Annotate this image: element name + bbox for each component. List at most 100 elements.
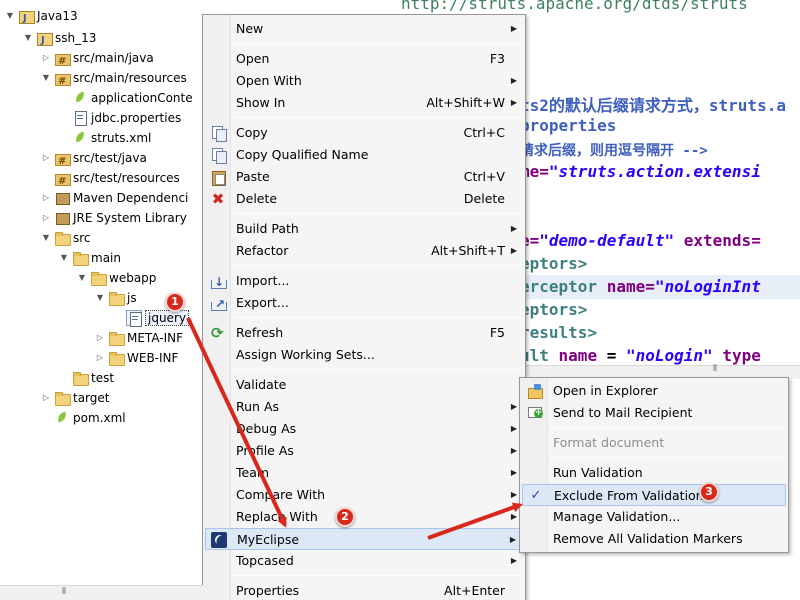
menu-item-profile-as[interactable]: Profile As ▶ (205, 440, 523, 462)
collapsed-arrow-icon[interactable]: ▷ (94, 328, 106, 348)
menu-item-label: Exclude From Validation (554, 488, 704, 503)
collapsed-arrow-icon[interactable]: ▷ (40, 148, 52, 168)
menu-item-assign-working-sets[interactable]: Assign Working Sets... (205, 344, 523, 366)
menu-item-label: Assign Working Sets... (236, 347, 375, 362)
menu-separator (551, 457, 784, 458)
submenu-item-send-to-mail-recipient[interactable]: Send to Mail Recipient (522, 402, 786, 424)
expanded-arrow-icon[interactable]: ▼ (4, 6, 16, 26)
code-line: properties (520, 116, 616, 135)
copy-icon (210, 125, 227, 142)
menu-item-label: Paste (236, 169, 270, 184)
menu-item-label: Copy (236, 125, 268, 140)
menu-item-new[interactable]: New ▶ (205, 18, 523, 40)
expanded-arrow-icon[interactable]: ▼ (40, 228, 52, 248)
menu-item-label: Show In (236, 95, 286, 110)
menu-item-refresh[interactable]: Refresh F5 (205, 322, 523, 344)
menu-separator (234, 369, 521, 370)
tree-item[interactable]: applicationConte (58, 88, 193, 108)
menu-item-label: Refactor (236, 243, 289, 258)
expanded-arrow-icon[interactable]: ▼ (40, 68, 52, 88)
menu-item-paste[interactable]: Paste Ctrl+V (205, 166, 523, 188)
tree-horizontal-scrollbar[interactable]: ⦀ (0, 585, 203, 600)
tree-item[interactable]: test (58, 368, 114, 388)
tree-item[interactable]: ▷ Maven Dependenci (40, 188, 188, 208)
menu-item-replace-with[interactable]: Replace With ▶ (205, 506, 523, 528)
tree-item-label: jdbc.properties (91, 111, 182, 125)
menu-item-copy-qualified-name[interactable]: Copy Qualified Name (205, 144, 523, 166)
collapsed-arrow-icon[interactable]: ▷ (40, 48, 52, 68)
menu-item-myeclipse[interactable]: MyEclipse ▶ (205, 528, 523, 550)
menu-item-validate[interactable]: Validate (205, 374, 523, 396)
submenu-arrow-icon: ▶ (510, 98, 517, 107)
menu-item-properties[interactable]: Properties Alt+Enter (205, 580, 523, 600)
spring-leaf-icon (72, 130, 88, 146)
menu-item-open[interactable]: Open F3 (205, 48, 523, 70)
collapsed-arrow-icon[interactable]: ▷ (40, 188, 52, 208)
menu-item-run-as[interactable]: Run As ▶ (205, 396, 523, 418)
menu-item-shortcut: Alt+Enter (444, 583, 505, 598)
folder-icon (72, 370, 89, 386)
submenu-item-exclude-from-validation[interactable]: ✓ Exclude From Validation (522, 484, 786, 506)
tree-item[interactable]: ▷ src/main/java (40, 48, 154, 72)
tree-item[interactable]: struts.xml (58, 128, 151, 148)
submenu-item-manage-validation[interactable]: Manage Validation... (522, 506, 786, 528)
menu-item-label: Open (236, 51, 270, 66)
paste-icon (210, 169, 226, 186)
tree-item[interactable]: ▼ webapp (76, 268, 156, 288)
submenu-arrow-icon: ▶ (509, 535, 516, 544)
menu-item-show-in[interactable]: Show In Alt+Shift+W ▶ (205, 92, 523, 114)
tree-item-label: applicationConte (91, 91, 193, 105)
context-menu[interactable]: New ▶ Open F3 Open With ▶ Show In Alt+Shift+W ▶ C… (202, 14, 526, 600)
menu-item-open-with[interactable]: Open With ▶ (205, 70, 523, 92)
submenu-item-format-document: Format document (522, 432, 786, 454)
menu-item-import[interactable]: Import... (205, 270, 523, 293)
myeclipse-submenu[interactable]: Open in Explorer Send to Mail Recipient Fo… (519, 377, 789, 553)
menu-item-label: Build Path (236, 221, 299, 236)
tree-item[interactable]: pom.xml (40, 408, 126, 428)
menu-item-copy[interactable]: Copy Ctrl+C (205, 122, 523, 144)
folder-icon (108, 290, 125, 306)
spring-leaf-icon (54, 410, 70, 426)
tree-item[interactable]: ▼ src (40, 228, 91, 248)
tree-item[interactable]: ▷ JRE System Library (40, 208, 187, 228)
tree-item[interactable]: ▷ WEB-INF (94, 348, 178, 368)
tree-item[interactable]: ▷ META-INF (94, 328, 183, 348)
submenu-item-remove-all-validation-markers[interactable]: Remove All Validation Markers (522, 528, 786, 550)
code-token: 请求后缀，则用逗号隔开 --> (520, 143, 708, 159)
tree-item[interactable]: ▼ Java13 (4, 6, 78, 29)
tree-item-label: js (127, 291, 137, 305)
library-icon (54, 210, 70, 226)
tree-item[interactable]: ▼ js (94, 288, 137, 308)
expanded-arrow-icon[interactable]: ▼ (94, 288, 106, 308)
tree-item[interactable]: ▷ src/test/java (40, 148, 147, 172)
menu-item-build-path[interactable]: Build Path ▶ (205, 218, 523, 240)
submenu-item-open-in-explorer[interactable]: Open in Explorer (522, 380, 786, 402)
myeclipse-icon (211, 532, 227, 548)
code-line: me="struts.action.extensi (520, 162, 761, 181)
tree-item[interactable]: ▼ main (58, 248, 121, 268)
expanded-arrow-icon[interactable]: ▼ (76, 268, 88, 288)
menu-item-export[interactable]: Export... (205, 292, 523, 315)
menu-item-compare-with[interactable]: Compare With ▶ (205, 484, 523, 506)
tree-item[interactable]: ▼ ssh_13 (22, 28, 96, 51)
tree-item[interactable]: src/test/resources (40, 168, 180, 192)
tree-item[interactable]: ▷ target (40, 388, 110, 408)
collapsed-arrow-icon[interactable]: ▷ (40, 388, 52, 408)
menu-item-debug-as[interactable]: Debug As ▶ (205, 418, 523, 440)
menu-item-shortcut: Ctrl+C (463, 125, 505, 140)
folder-icon (54, 390, 71, 406)
menu-item-team[interactable]: Team ▶ (205, 462, 523, 484)
collapsed-arrow-icon[interactable]: ▷ (40, 208, 52, 228)
menu-item-refactor[interactable]: Refactor Alt+Shift+T ▶ (205, 240, 523, 262)
folder-icon (108, 330, 125, 346)
expanded-arrow-icon[interactable]: ▼ (58, 248, 70, 268)
expanded-arrow-icon[interactable]: ▼ (22, 28, 34, 48)
menu-item-delete[interactable]: ✖ Delete Delete (205, 188, 523, 210)
menu-item-label: Profile As (236, 443, 294, 458)
code-token: "demo-default" (539, 231, 675, 250)
collapsed-arrow-icon[interactable]: ▷ (94, 348, 106, 368)
tree-item[interactable]: jdbc.properties (58, 108, 181, 128)
menu-item-topcased[interactable]: Topcased ▶ (205, 550, 523, 572)
submenu-item-run-validation[interactable]: Run Validation (522, 462, 786, 484)
tree-item[interactable]: ▼ src/main/resources (40, 68, 187, 92)
